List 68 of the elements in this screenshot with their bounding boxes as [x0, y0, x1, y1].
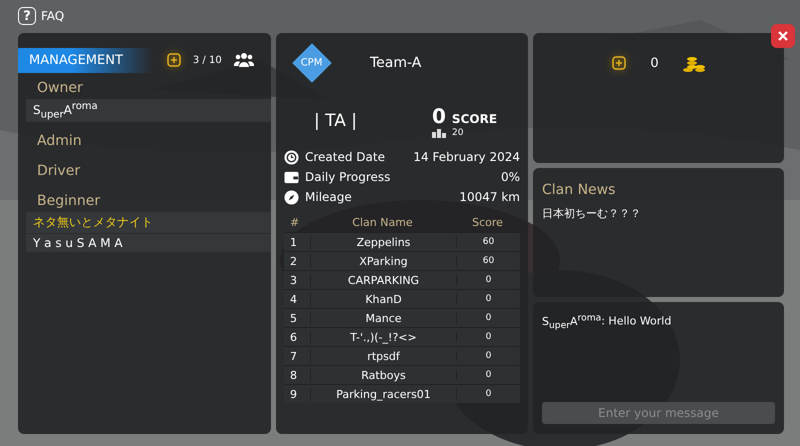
table-cell: 60: [456, 237, 520, 247]
member-row[interactable]: S$_{uper}$A$^{roma}$: [26, 99, 271, 122]
news-text: 日本初ちーむ？？？: [542, 206, 642, 221]
table-cell: CARPARKING: [310, 274, 456, 286]
table-cell-text: 5: [289, 312, 298, 324]
compass-icon: [284, 190, 299, 204]
column-header: Score: [471, 216, 504, 229]
table-cell: 0: [456, 389, 520, 399]
table-cell: 0: [456, 294, 520, 304]
table-cell-text: 8: [289, 368, 298, 382]
clan-tag: | TA |: [314, 111, 432, 131]
column-header: #: [289, 216, 300, 229]
table-cell-text: 7: [289, 350, 298, 362]
table-cell: T-'.,)(-_!?<>: [310, 330, 456, 344]
podium-icon: [432, 128, 446, 138]
table-cell: 0: [456, 370, 520, 380]
table-cell: 0: [456, 313, 520, 323]
stat-value: 14 February 2024: [413, 150, 520, 164]
table-cell: 0: [456, 332, 520, 342]
table-cell-text: 4: [289, 292, 298, 306]
coin-amount: 0: [650, 56, 659, 71]
stat-label: Mileage: [305, 190, 352, 204]
members-icon[interactable]: [234, 52, 254, 68]
wallet-icon: [284, 170, 299, 184]
stat-label: Created Date: [305, 150, 385, 164]
table-cell-text: 1: [289, 236, 298, 248]
table-cell: 60: [456, 256, 520, 266]
table-cell: Mance: [310, 312, 456, 324]
table-cell: 0: [456, 275, 520, 285]
plus-icon[interactable]: [612, 56, 626, 70]
chat-message: S$_{uper}$A$^{roma}$: Hello World: [542, 312, 672, 331]
management-tab[interactable]: MANAGEMENT: [18, 48, 153, 72]
close-button[interactable]: [771, 24, 795, 48]
role-heading: Driver: [36, 162, 82, 182]
score-value: 0: [432, 104, 446, 128]
message-field[interactable]: Enter your message: [542, 402, 775, 424]
table-cell-text: 6: [289, 330, 298, 344]
member-count: 3 / 10: [192, 54, 222, 66]
coins-icon: [682, 56, 705, 72]
news-title: Clan News: [542, 182, 616, 198]
stat-label: Daily Progress: [305, 170, 390, 184]
member-row[interactable]: Y a s u S A M A: [26, 234, 271, 252]
table-cell: Zeppelins: [310, 236, 456, 248]
role-heading: Owner: [36, 79, 84, 98]
table-cell-text: 2: [289, 254, 298, 268]
column-header: Clan Name: [351, 216, 414, 229]
member-row[interactable]: ネタ無いとメタナイト: [26, 212, 271, 234]
stat-value: 0%: [500, 170, 520, 184]
clan-name: Team-A: [370, 55, 422, 71]
table-cell: rtpsdf: [310, 350, 456, 362]
table-cell: Ratboys: [310, 368, 456, 382]
stat-value: 10047 km: [459, 190, 520, 204]
rank-value: 20: [452, 128, 464, 138]
close-icon: [778, 31, 788, 41]
plus-icon[interactable]: [166, 53, 181, 67]
table-cell: XParking: [310, 254, 456, 268]
table-cell-text: 3: [289, 274, 298, 286]
table-cell: 0: [456, 351, 520, 361]
table-cell: KhanD: [310, 292, 456, 306]
clan-logo: CPM: [292, 43, 332, 83]
table-cell-text: 9: [289, 388, 298, 400]
table-cell: Parking_racers01: [310, 388, 456, 400]
score-label: SCORE: [452, 112, 498, 126]
clock-icon: [284, 150, 299, 164]
role-heading: Beginner: [36, 192, 102, 212]
help-icon[interactable]: ?: [18, 7, 36, 25]
faq-label[interactable]: FAQ: [41, 9, 64, 23]
role-heading: Admin: [36, 132, 83, 152]
